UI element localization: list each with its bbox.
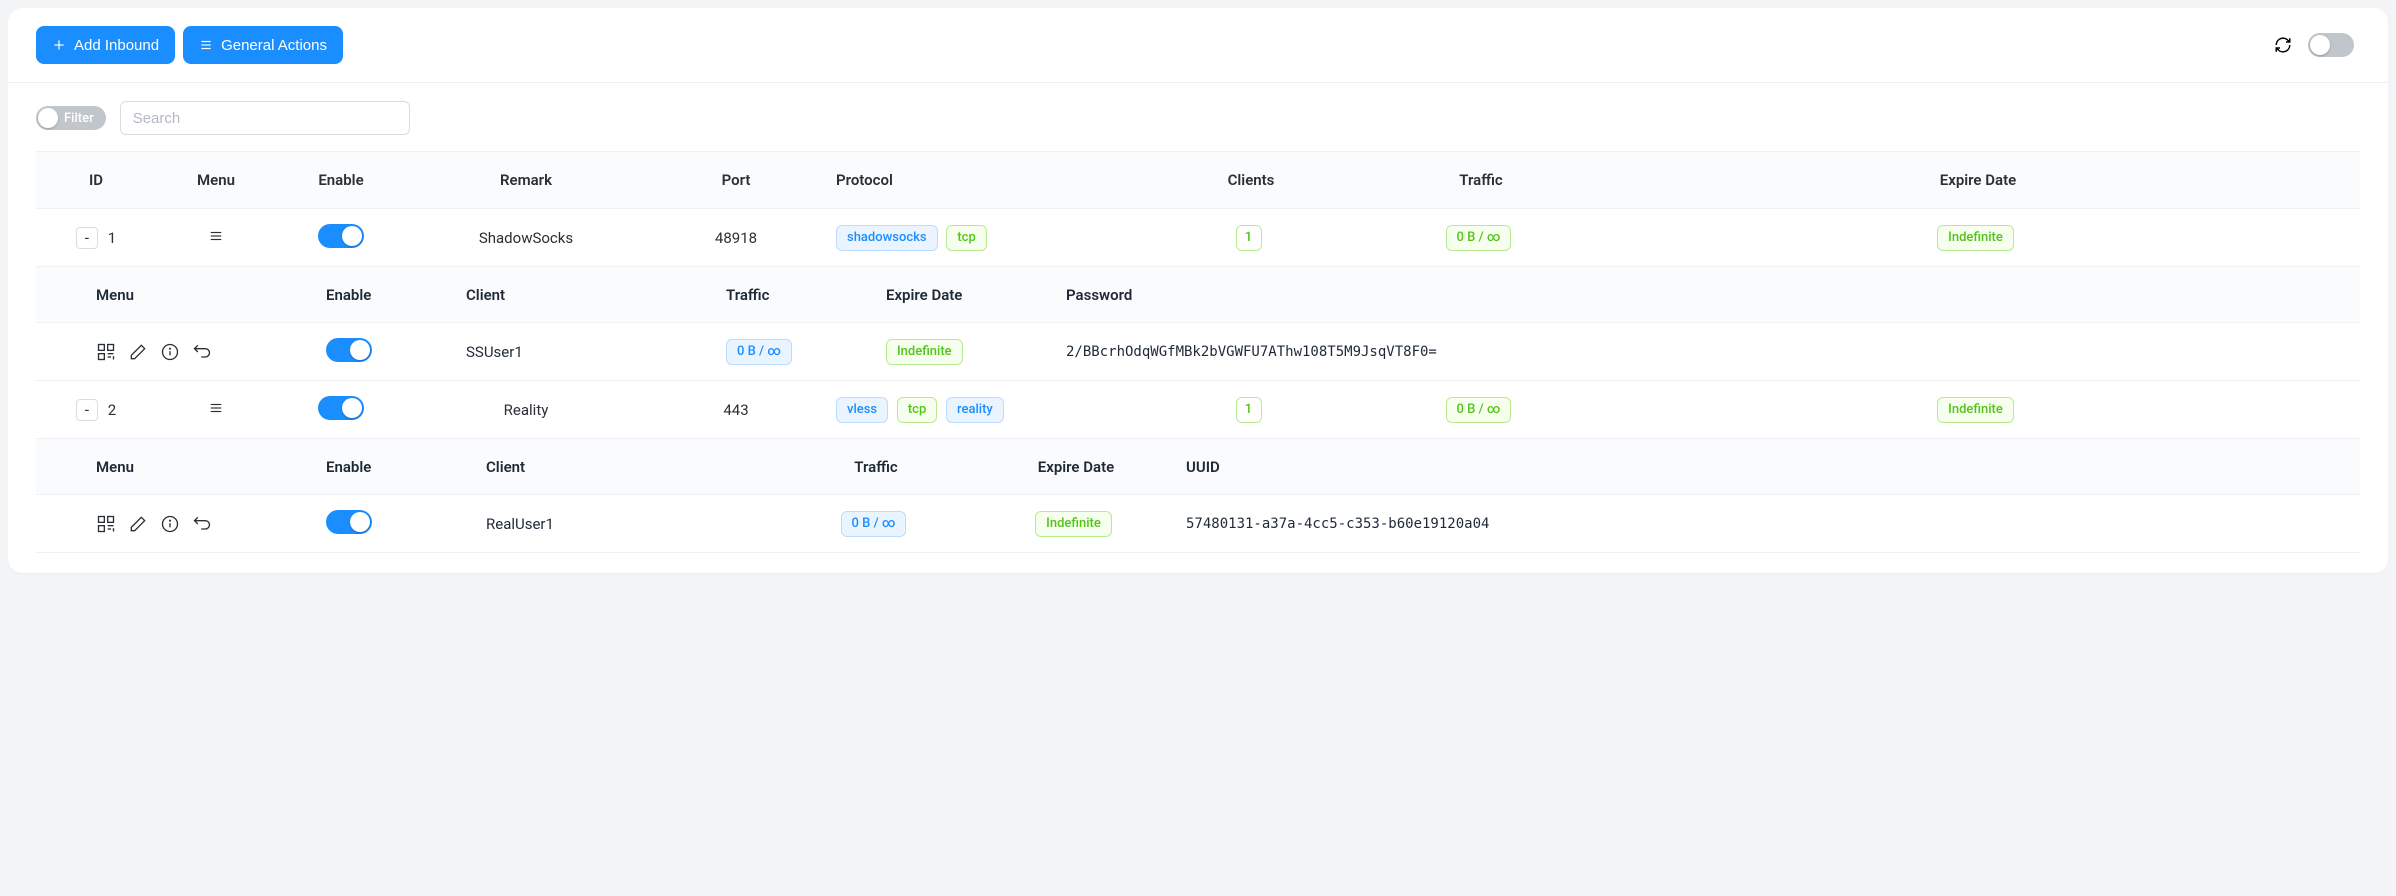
client-expire-badge: Indefinite: [1035, 511, 1112, 537]
col-enable: Enable: [276, 171, 406, 189]
clients-count: 1: [1236, 397, 1262, 423]
client-name: RealUser1: [476, 515, 776, 533]
general-actions-button[interactable]: General Actions: [183, 26, 343, 64]
edit-icon[interactable]: [128, 514, 148, 534]
client-traffic-badge: 0 B / ∞: [726, 339, 792, 365]
sub-col-expire: Expire Date: [876, 286, 1056, 304]
client-password: 2/BBcrhOdqWGfMBk2bVGWFU7AThw108T5M9JsqVT…: [1056, 344, 2360, 360]
sub-row: SSUser1 0 B / ∞ Indefinite 2/BBcrhOdqWGf…: [36, 323, 2360, 381]
client-uuid: 57480131-a37a-4cc5-c353-b60e19120a04: [1176, 516, 2360, 532]
traffic-badge: 0 B / ∞: [1446, 225, 1512, 251]
row-menu-icon[interactable]: [208, 229, 224, 243]
traffic-badge: 0 B / ∞: [1446, 397, 1512, 423]
table-row: - 1 ShadowSocks 48918 shadowsocks tcp 1 …: [36, 209, 2360, 267]
sub-col-traffic: Traffic: [716, 286, 876, 304]
col-remark: Remark: [406, 171, 646, 189]
toggle-knob: [38, 108, 58, 128]
row-remark: Reality: [406, 401, 646, 419]
transport-badge: tcp: [946, 225, 986, 251]
col-traffic: Traffic: [1366, 171, 1596, 189]
reset-icon[interactable]: [192, 514, 212, 534]
filter-toggle[interactable]: Filter: [36, 106, 106, 130]
row-port: 48918: [646, 229, 826, 247]
expand-button[interactable]: -: [76, 399, 98, 421]
reset-icon[interactable]: [192, 342, 212, 362]
search-input[interactable]: [120, 101, 410, 135]
table-row: - 2 Reality 443 vless tcp reality 1 0 B …: [36, 381, 2360, 439]
client-traffic-badge: 0 B / ∞: [841, 511, 907, 537]
auto-refresh-toggle[interactable]: [2308, 33, 2354, 57]
expand-button[interactable]: -: [76, 227, 98, 249]
sub-header: Menu Enable Client Traffic Expire Date P…: [36, 267, 2360, 323]
col-port: Port: [646, 171, 826, 189]
expire-badge: Indefinite: [1937, 225, 2014, 251]
refresh-icon: [2274, 36, 2292, 54]
col-menu: Menu: [156, 171, 276, 189]
menu-lines-icon: [199, 38, 213, 52]
general-actions-label: General Actions: [221, 37, 327, 54]
transport-badge: tcp: [897, 397, 937, 423]
client-name: SSUser1: [456, 343, 716, 361]
col-clients: Clients: [1136, 171, 1366, 189]
sub-col-uuid: UUID: [1176, 458, 2360, 476]
row-menu-icon[interactable]: [208, 401, 224, 415]
inbounds-panel: Add Inbound General Actions Filter ID Me…: [8, 8, 2388, 573]
protocol-badge: shadowsocks: [836, 225, 938, 251]
sub-col-menu: Menu: [86, 458, 316, 476]
filterbar: Filter: [8, 83, 2388, 139]
table-section: ID Menu Enable Remark Port Protocol Clie…: [8, 139, 2388, 553]
client-actions: [86, 342, 316, 362]
row-remark: ShadowSocks: [406, 229, 646, 247]
row-port: 443: [646, 401, 826, 419]
row-id: 2: [108, 401, 116, 419]
enable-toggle[interactable]: [318, 224, 364, 248]
col-id: ID: [36, 171, 156, 189]
enable-toggle[interactable]: [318, 396, 364, 420]
sub-col-expire: Expire Date: [976, 458, 1176, 476]
edit-icon[interactable]: [128, 342, 148, 362]
sub-col-menu: Menu: [86, 286, 316, 304]
client-enable-toggle[interactable]: [326, 338, 372, 362]
qrcode-icon[interactable]: [96, 342, 116, 362]
topbar: Add Inbound General Actions: [8, 8, 2388, 83]
table-header: ID Menu Enable Remark Port Protocol Clie…: [36, 151, 2360, 209]
client-enable-toggle[interactable]: [326, 510, 372, 534]
qrcode-icon[interactable]: [96, 514, 116, 534]
filter-label: Filter: [64, 111, 94, 126]
client-actions: [86, 514, 316, 534]
security-badge: reality: [946, 397, 1004, 423]
add-inbound-button[interactable]: Add Inbound: [36, 26, 175, 64]
sub-col-client: Client: [476, 458, 776, 476]
sub-col-enable: Enable: [316, 458, 476, 476]
row-id: 1: [108, 229, 116, 247]
sub-col-traffic: Traffic: [776, 458, 976, 476]
info-icon[interactable]: [160, 342, 180, 362]
protocol-badge: vless: [836, 397, 888, 423]
sub-row: RealUser1 0 B / ∞ Indefinite 57480131-a3…: [36, 495, 2360, 553]
clients-count: 1: [1236, 225, 1262, 251]
sub-col-password: Password: [1056, 286, 2360, 304]
sub-col-enable: Enable: [316, 286, 456, 304]
sub-col-client: Client: [456, 286, 716, 304]
sub-header: Menu Enable Client Traffic Expire Date U…: [36, 439, 2360, 495]
refresh-button[interactable]: [2272, 34, 2294, 56]
add-inbound-label: Add Inbound: [74, 37, 159, 54]
expire-badge: Indefinite: [1937, 397, 2014, 423]
client-expire-badge: Indefinite: [886, 339, 963, 365]
col-protocol: Protocol: [826, 171, 1136, 189]
col-expire: Expire Date: [1596, 171, 2360, 189]
plus-icon: [52, 38, 66, 52]
info-icon[interactable]: [160, 514, 180, 534]
